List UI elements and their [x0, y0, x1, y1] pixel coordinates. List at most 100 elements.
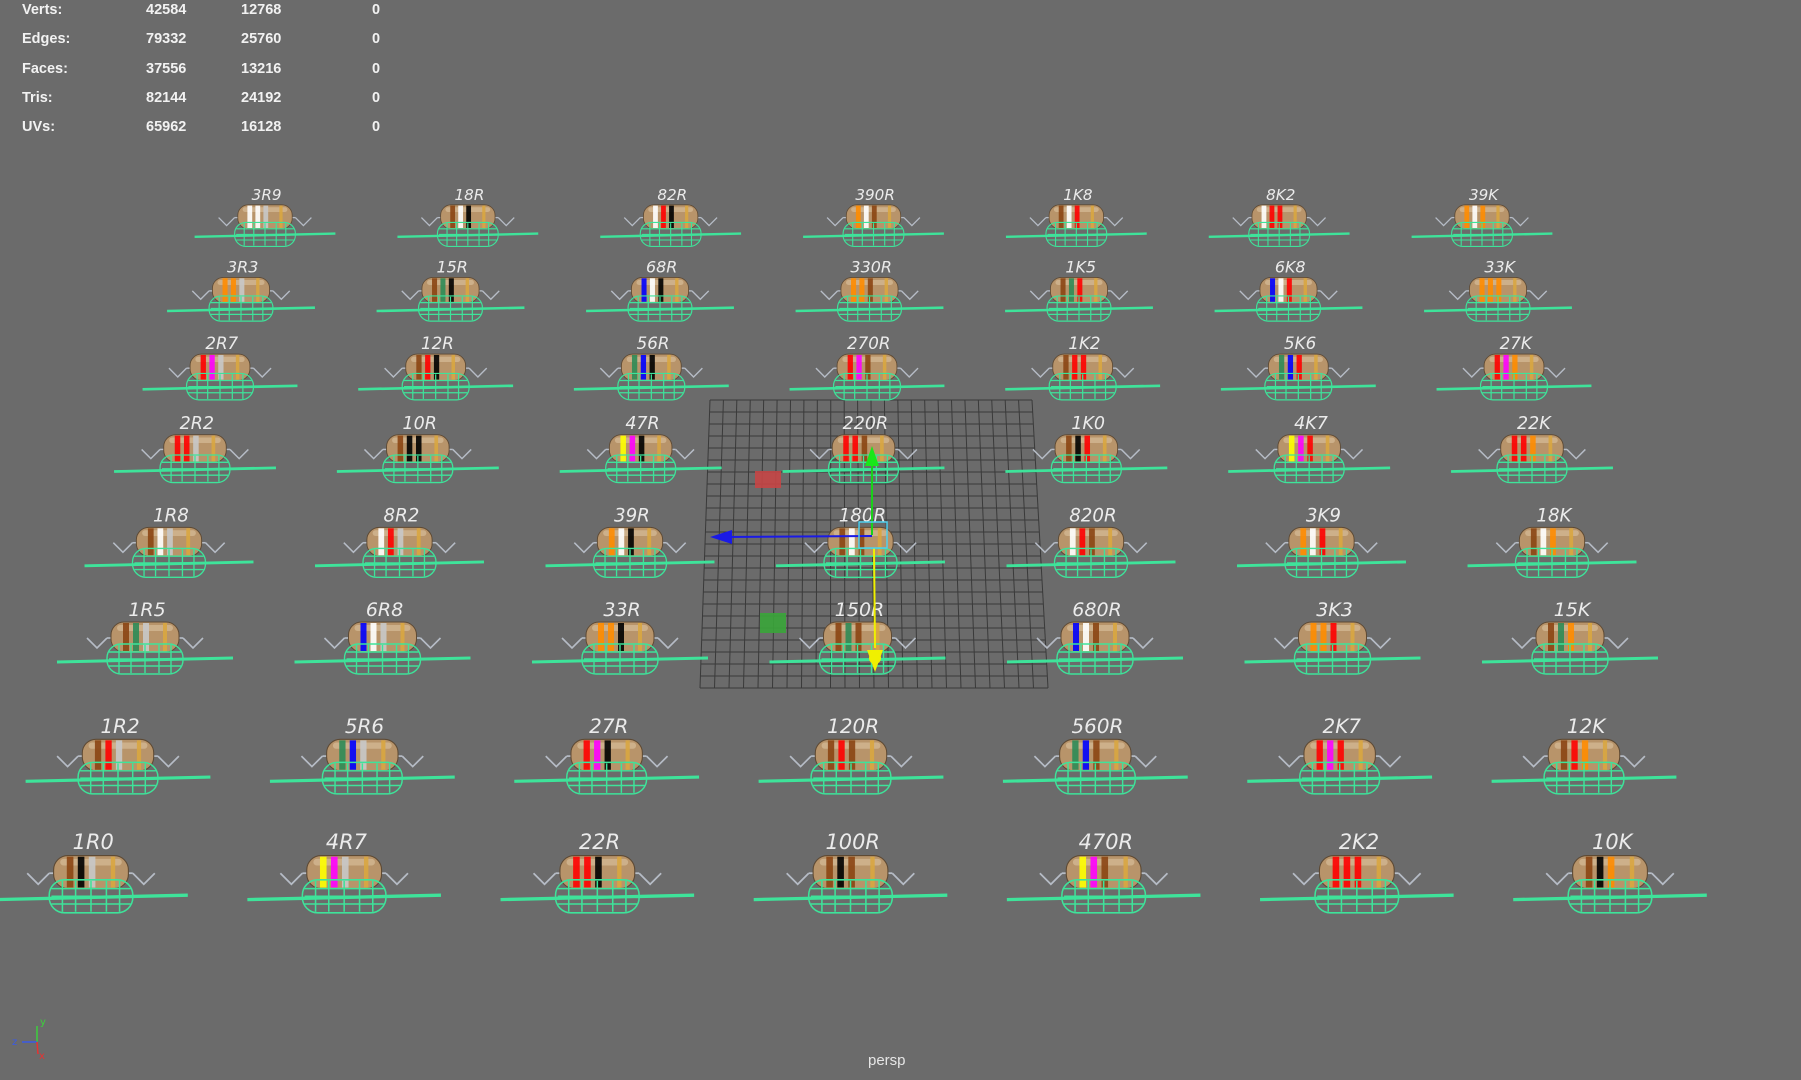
resistor-470r[interactable]: 470R: [1006, 830, 1201, 914]
resistor-2r2[interactable]: 2R2: [114, 414, 276, 484]
color-band: [247, 205, 253, 228]
resistor-22k[interactable]: 22K: [1451, 414, 1613, 484]
color-band: [835, 623, 842, 651]
resistor-18k[interactable]: 18K: [1467, 506, 1637, 578]
wireframe-cage: [1259, 879, 1454, 914]
tolerance-band: [1496, 205, 1500, 228]
color-band: [1530, 528, 1537, 556]
resistor-82r[interactable]: 82R: [600, 186, 742, 247]
tolerance-band: [1090, 205, 1094, 228]
wireframe-cage: [336, 454, 499, 484]
tolerance-band: [1338, 528, 1343, 556]
color-band: [1286, 278, 1292, 302]
color-band: [94, 740, 102, 770]
resistor-39k[interactable]: 39K: [1411, 186, 1553, 247]
resistor-label: 5R6: [345, 714, 384, 738]
color-band: [425, 354, 431, 380]
color-band: [649, 354, 655, 380]
resistor-680r[interactable]: 680R: [1006, 599, 1184, 675]
resistor-150r[interactable]: 150R: [769, 599, 946, 675]
resistor-8k2[interactable]: 8K2: [1208, 186, 1350, 247]
resistor-47r[interactable]: 47R: [559, 414, 722, 484]
color-band: [1330, 623, 1337, 651]
resistor-objects[interactable]: 3R9 18R 82R 390R 1K8 8K2 39K 3R3 15R 68R 330R 1K5 6K…: [0, 186, 1707, 914]
resistor-820r[interactable]: 820R: [1006, 506, 1176, 578]
manip-plane-handle-xy[interactable]: [755, 471, 781, 488]
wireframe-cage: [1006, 643, 1184, 675]
resistor-1k2[interactable]: 1K2: [1005, 333, 1161, 401]
color-band: [855, 205, 861, 228]
resistor-1r5[interactable]: 1R5: [56, 599, 234, 675]
wireframe-cage: [25, 761, 211, 795]
wireframe-cage: [1481, 643, 1659, 675]
resistor-68r[interactable]: 68R: [586, 257, 734, 322]
resistor-5k6[interactable]: 5K6: [1220, 333, 1376, 401]
wireframe-cage: [1236, 547, 1407, 578]
resistor-6r8[interactable]: 6R8: [294, 599, 471, 675]
resistor-4r7[interactable]: 4R7: [247, 830, 442, 914]
resistor-2k7[interactable]: 2K7: [1247, 714, 1433, 795]
resistor-label: 6K8: [1275, 257, 1306, 276]
color-band: [861, 435, 868, 462]
resistor-100r[interactable]: 100R: [753, 830, 948, 914]
resistor-1k8[interactable]: 1K8: [1005, 186, 1147, 247]
color-band: [360, 623, 367, 651]
resistor-18r[interactable]: 18R: [397, 186, 539, 247]
resistor-8r2[interactable]: 8R2: [314, 506, 485, 578]
wireframe-cage: [1411, 221, 1553, 247]
resistor-3k3[interactable]: 3K3: [1244, 599, 1421, 675]
wireframe-cage: [1214, 295, 1363, 322]
resistor-1k5[interactable]: 1K5: [1005, 257, 1153, 322]
resistor-180r[interactable]: 180R: [775, 506, 946, 578]
resistor-120r[interactable]: 120R: [758, 714, 944, 795]
wireframe-cage: [1513, 879, 1707, 914]
resistor-10r[interactable]: 10R: [336, 414, 499, 484]
wireframe-cage: [247, 879, 442, 914]
color-band: [847, 354, 853, 380]
resistor-27r[interactable]: 27R: [514, 714, 700, 795]
resistor-1r0[interactable]: 1R0: [0, 830, 188, 914]
resistor-10k[interactable]: 10K: [1513, 830, 1707, 914]
color-band: [837, 856, 844, 888]
resistor-15r[interactable]: 15R: [376, 257, 525, 322]
resistor-3r9[interactable]: 3R9: [194, 186, 336, 247]
color-band: [1075, 435, 1081, 462]
resistor-15k[interactable]: 15K: [1481, 599, 1659, 675]
resistor-22r[interactable]: 22R: [500, 830, 695, 914]
resistor-27k[interactable]: 27K: [1436, 333, 1592, 401]
manip-x-axis[interactable]: [723, 535, 873, 538]
resistor-2r7[interactable]: 2R7: [142, 333, 298, 401]
manip-plane-handle-xz[interactable]: [760, 613, 786, 633]
resistor-560r[interactable]: 560R: [1002, 714, 1188, 795]
color-band: [1585, 856, 1593, 888]
resistor-12r[interactable]: 12R: [358, 333, 514, 401]
resistor-3r3[interactable]: 3R3: [167, 257, 315, 322]
resistor-2k2[interactable]: 2K2: [1259, 830, 1454, 914]
manip-z-knob[interactable]: [869, 652, 881, 664]
resistor-4k7[interactable]: 4K7: [1228, 414, 1391, 484]
resistor-3k9[interactable]: 3K9: [1236, 506, 1407, 578]
resistor-label: 2K2: [1339, 830, 1379, 854]
resistor-270r[interactable]: 270R: [789, 333, 945, 401]
resistor-12k[interactable]: 12K: [1491, 714, 1677, 795]
tolerance-band: [685, 205, 689, 228]
resistor-6k8[interactable]: 6K8: [1214, 257, 1363, 322]
wireframe-cage: [586, 295, 734, 322]
color-band: [1066, 205, 1072, 228]
scene-canvas[interactable]: 3R9 18R 82R 390R 1K8 8K2 39K 3R3 15R 68R 330R 1K5 6K…: [0, 0, 1801, 1080]
resistor-390r[interactable]: 390R: [803, 186, 944, 247]
tolerance-band: [211, 435, 216, 462]
resistor-5r6[interactable]: 5R6: [269, 714, 455, 795]
resistor-330r[interactable]: 330R: [795, 257, 944, 322]
wireframe-cage: [758, 761, 944, 795]
resistor-39r[interactable]: 39R: [545, 506, 715, 578]
3d-viewport[interactable]: Verts: 42584 12768 0 Edges: 79332 25760 …: [0, 0, 1801, 1080]
resistor-33r[interactable]: 33R: [531, 599, 709, 675]
resistor-56r[interactable]: 56R: [573, 333, 729, 401]
resistor-1r8[interactable]: 1R8: [84, 506, 254, 578]
tolerance-band: [1529, 354, 1534, 380]
resistor-33k[interactable]: 33K: [1424, 257, 1572, 322]
tolerance-band: [1113, 623, 1117, 651]
manip-z-axis[interactable]: [873, 547, 876, 649]
resistor-1r2[interactable]: 1R2: [25, 714, 211, 795]
